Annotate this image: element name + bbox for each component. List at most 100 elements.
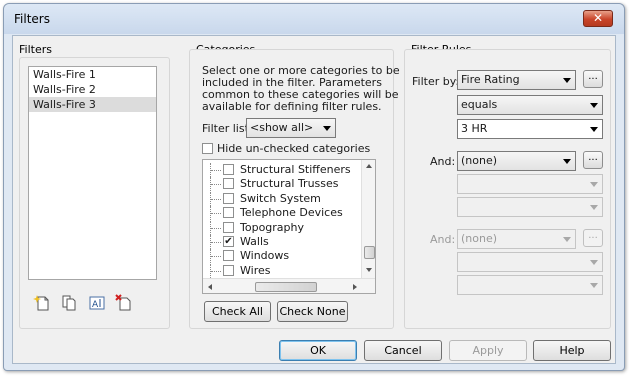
- category-label: Structural Stiffeners: [240, 163, 351, 176]
- filter-operator-dropdown[interactable]: equals: [457, 95, 603, 115]
- category-checkbox-checked[interactable]: ✔: [223, 236, 234, 247]
- category-label: Wires: [240, 263, 271, 277]
- ok-button[interactable]: OK: [279, 340, 357, 361]
- rename-filter-icon[interactable]: A: [88, 294, 106, 312]
- category-checkbox[interactable]: [223, 164, 234, 175]
- chevron-down-icon: [590, 283, 598, 288]
- filter-list-item[interactable]: Walls-Fire 2: [29, 82, 156, 97]
- duplicate-filter-icon[interactable]: [60, 294, 78, 312]
- filter-list-value: <show all>: [250, 121, 314, 134]
- category-label: Telephone Devices: [240, 206, 343, 220]
- dialog-title: Filters: [14, 12, 50, 26]
- tree-branch: [211, 256, 221, 258]
- tree-branch: [211, 213, 221, 215]
- filter-rules-group: Filter by: Fire Rating ... equals 3 HR A…: [404, 49, 611, 329]
- apply-button[interactable]: Apply: [449, 340, 527, 361]
- tree-branch: [211, 198, 221, 200]
- category-row[interactable]: Telephone Devices: [203, 206, 353, 221]
- scroll-up-icon[interactable]: [366, 164, 372, 168]
- filter-list-item[interactable]: Walls-Fire 1: [29, 67, 156, 82]
- title-bar[interactable]: Filters ✕: [4, 4, 624, 34]
- tree-branch: [211, 270, 221, 272]
- category-row[interactable]: Structural Stiffeners: [203, 163, 353, 177]
- and-2-browse-button[interactable]: ...: [583, 229, 603, 247]
- category-label: Windows: [240, 249, 290, 263]
- check-none-button[interactable]: Check None: [277, 301, 348, 322]
- and-1-parameter-value: (none): [461, 154, 498, 167]
- filter-by-parameter-dropdown[interactable]: Fire Rating: [457, 70, 576, 90]
- category-row[interactable]: Windows: [203, 249, 353, 264]
- and-1-operator-dropdown[interactable]: [457, 174, 603, 194]
- chevron-down-icon: [563, 78, 571, 83]
- and-1-parameter-dropdown[interactable]: (none): [457, 151, 576, 171]
- filter-by-label: Filter by:: [412, 75, 460, 88]
- categories-tree[interactable]: Structural Stiffeners Structural Trusses S…: [202, 159, 376, 294]
- chevron-down-icon: [563, 159, 571, 164]
- scroll-left-icon[interactable]: [208, 284, 212, 290]
- category-checkbox[interactable]: [223, 192, 234, 204]
- categories-vertical-scrollbar[interactable]: [361, 160, 375, 278]
- tree-branch: [211, 170, 221, 171]
- cancel-button[interactable]: Cancel: [364, 340, 442, 361]
- category-row[interactable]: ✔ Walls: [203, 235, 353, 249]
- categories-horizontal-scrollbar[interactable]: [203, 278, 375, 293]
- and-1-browse-button[interactable]: ...: [583, 151, 603, 169]
- scroll-down-icon[interactable]: [366, 268, 372, 272]
- close-button[interactable]: ✕: [583, 10, 613, 27]
- filter-value-combo[interactable]: 3 HR: [457, 119, 603, 139]
- horizontal-scroll-thumb[interactable]: [255, 282, 317, 292]
- close-icon: ✕: [592, 11, 604, 25]
- and-1-value-combo[interactable]: [457, 197, 603, 217]
- filter-operator-value: equals: [461, 98, 498, 111]
- category-checkbox[interactable]: [223, 207, 234, 219]
- tree-branch: [211, 184, 221, 186]
- category-label: Switch System: [240, 191, 321, 205]
- filters-dialog: Filters ✕ Filters Walls-Fire 1 Walls-Fire…: [3, 3, 625, 371]
- check-all-button[interactable]: Check All: [204, 301, 271, 322]
- chevron-down-icon: [323, 126, 331, 131]
- filter-list-dropdown[interactable]: <show all>: [246, 118, 336, 138]
- chevron-down-icon: [590, 205, 598, 210]
- and-1-label: And:: [430, 155, 456, 168]
- chevron-down-icon: [590, 127, 598, 132]
- category-row[interactable]: Structural Trusses: [203, 177, 353, 192]
- chevron-down-icon: [590, 260, 598, 265]
- chevron-down-icon: [590, 182, 598, 187]
- scroll-right-icon[interactable]: [353, 284, 357, 290]
- category-checkbox[interactable]: [223, 250, 234, 262]
- filters-listbox[interactable]: Walls-Fire 1 Walls-Fire 2 Walls-Fire 3: [28, 66, 157, 280]
- filters-group: Walls-Fire 1 Walls-Fire 2 Walls-Fire 3 A: [19, 57, 170, 329]
- chevron-down-icon: [563, 237, 571, 242]
- category-row[interactable]: Switch System: [203, 191, 353, 206]
- filter-by-parameter-value: Fire Rating: [461, 73, 520, 86]
- help-button[interactable]: Help: [533, 340, 611, 361]
- hide-unchecked-checkbox[interactable]: [202, 143, 213, 154]
- filters-group-label: Filters: [19, 43, 52, 56]
- category-checkbox[interactable]: [223, 221, 234, 233]
- category-label: Structural Trusses: [240, 177, 339, 191]
- categories-group: Select one or more categories to be incl…: [189, 49, 400, 329]
- tree-branch: [211, 227, 221, 229]
- category-label: Walls: [240, 235, 269, 248]
- category-row[interactable]: Topography: [203, 220, 353, 235]
- svg-text:A: A: [92, 300, 99, 310]
- filter-value-text: 3 HR: [461, 122, 488, 135]
- category-checkbox[interactable]: [223, 178, 234, 190]
- and-2-parameter-value: (none): [461, 232, 498, 245]
- filter-by-browse-button[interactable]: ...: [583, 70, 603, 88]
- and-2-value-combo[interactable]: [457, 275, 603, 295]
- categories-description-line-4: available for defining filter rules.: [202, 100, 382, 113]
- hide-unchecked-label: Hide un-checked categories: [217, 142, 371, 155]
- category-checkbox[interactable]: [223, 264, 234, 276]
- category-label: Topography: [240, 220, 305, 234]
- chevron-down-icon: [590, 103, 598, 108]
- dialog-body: Filters Walls-Fire 1 Walls-Fire 2 Walls-Fi…: [12, 35, 616, 364]
- delete-filter-icon[interactable]: [115, 294, 133, 312]
- and-2-parameter-dropdown[interactable]: (none): [457, 229, 576, 249]
- vertical-scroll-thumb[interactable]: [364, 246, 375, 259]
- filter-list-item[interactable]: Walls-Fire 3: [29, 97, 156, 112]
- tree-branch: [211, 242, 221, 243]
- new-filter-icon[interactable]: [33, 294, 51, 312]
- category-row[interactable]: Wires: [203, 263, 353, 278]
- and-2-operator-dropdown[interactable]: [457, 252, 603, 272]
